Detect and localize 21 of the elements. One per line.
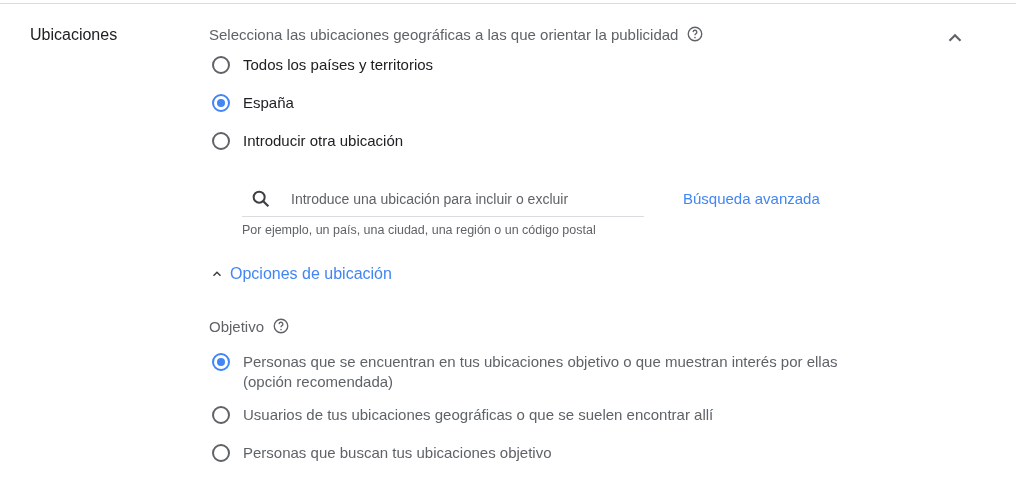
radio-button[interactable] bbox=[212, 406, 230, 424]
radio-button[interactable] bbox=[212, 132, 230, 150]
location-options-toggle[interactable]: Opciones de ubicación bbox=[210, 265, 392, 283]
radio-label: Usuarios de tus ubicaciones geográficas o que se suelen encontrar allí bbox=[243, 405, 714, 425]
radio-label: Todos los países y territorios bbox=[243, 55, 434, 75]
radio-label: Personas que se encuentran en tus ubicaciones objetivo o que muestran interés por ellas (opción recomendada) bbox=[243, 352, 839, 392]
help-icon[interactable] bbox=[686, 25, 705, 43]
radio-button[interactable] bbox=[212, 94, 230, 112]
field-hint: Por ejemplo, un país, una ciudad, una región o un código postal bbox=[242, 223, 597, 237]
radio-label: España bbox=[243, 93, 294, 113]
target-label: Objetivo bbox=[209, 317, 265, 335]
section-description: Selecciona las ubicaciones geográficas a las que orientar la publicidad bbox=[209, 25, 679, 43]
search-icon bbox=[250, 188, 272, 210]
radio-label: Personas que buscan tus ubicaciones objetivo bbox=[243, 443, 552, 463]
radio-button[interactable] bbox=[212, 56, 230, 74]
help-icon[interactable] bbox=[272, 317, 291, 335]
advanced-search-link[interactable]: Búsqueda avanzada bbox=[683, 190, 820, 207]
radio-button[interactable] bbox=[212, 353, 230, 371]
radio-label: Introducir otra ubicación bbox=[243, 131, 404, 151]
radio-button[interactable] bbox=[212, 444, 230, 462]
section-label: Ubicaciones bbox=[30, 26, 118, 43]
